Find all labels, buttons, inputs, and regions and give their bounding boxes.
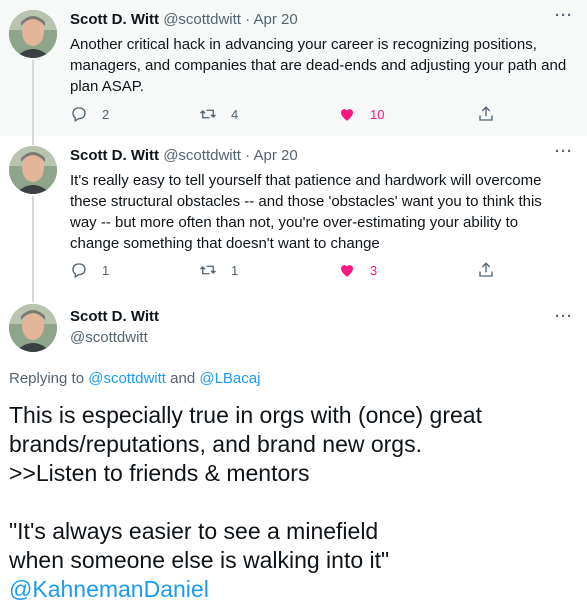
retweet-count: 1 <box>231 262 239 278</box>
replying-and: and <box>165 370 200 387</box>
retweet-icon <box>200 109 216 119</box>
reply-count: 2 <box>102 106 110 122</box>
reply-button[interactable]: 1 <box>70 258 109 282</box>
thread-line <box>32 196 34 288</box>
author-handle[interactable]: @scottdwitt <box>163 147 241 164</box>
thread-line <box>32 136 34 145</box>
avatar[interactable] <box>9 10 57 58</box>
tweet-header: Scott D. Witt @scottdwitt · Apr 20 <box>70 10 298 30</box>
mention-link[interactable]: @scottdwitt <box>88 370 166 387</box>
author-block: Scott D. Witt @scottdwitt <box>70 306 159 348</box>
share-button[interactable] <box>477 102 509 126</box>
tweet-thread: Scott D. Witt @scottdwitt · Apr 20 ··· A… <box>0 0 587 608</box>
like-count: 10 <box>370 106 385 122</box>
main-tweet-text: This is especially true in orgs with (on… <box>9 401 569 604</box>
heart-icon <box>341 109 353 121</box>
tweet-date[interactable]: Apr 20 <box>253 147 297 164</box>
more-options-icon[interactable]: ··· <box>555 143 573 160</box>
share-button[interactable] <box>477 258 509 282</box>
text-line: This is especially true in orgs with (on… <box>9 402 482 428</box>
main-tweet: Scott D. Witt @scottdwitt ··· Replying t… <box>0 288 587 608</box>
replying-prefix: Replying to <box>9 370 89 387</box>
retweet-button[interactable]: 1 <box>199 258 238 282</box>
tweet-2[interactable]: Scott D. Witt @scottdwitt · Apr 20 ··· I… <box>0 136 587 288</box>
reply-icon <box>72 107 86 122</box>
text-line: >>Listen to friends & mentors <box>9 460 310 486</box>
tweet-1[interactable]: Scott D. Witt @scottdwitt · Apr 20 ··· A… <box>0 0 587 136</box>
more-options-icon[interactable]: ··· <box>555 308 573 325</box>
retweet-button[interactable]: 4 <box>199 102 238 126</box>
tweet-actions: 2 4 10 <box>62 102 502 126</box>
separator: · <box>245 147 251 164</box>
separator: · <box>245 11 251 28</box>
author-name[interactable]: Scott D. Witt <box>70 147 159 164</box>
author-name[interactable]: Scott D. Witt <box>70 11 159 28</box>
mention-link[interactable]: @KahnemanDaniel <box>9 575 569 604</box>
like-button[interactable]: 3 <box>338 258 377 282</box>
avatar[interactable] <box>9 304 57 352</box>
replying-to: Replying to @scottdwitt and @LBacaj <box>9 370 260 387</box>
tweet-actions: 1 1 3 <box>62 258 502 282</box>
share-icon <box>479 262 493 277</box>
share-icon <box>479 106 493 121</box>
retweet-icon <box>200 265 216 275</box>
reply-count: 1 <box>102 262 110 278</box>
tweet-text: Another critical hack in advancing your … <box>70 36 567 95</box>
thread-line <box>32 288 34 302</box>
avatar[interactable] <box>9 146 57 194</box>
thread-line <box>32 60 34 136</box>
author-handle[interactable]: @scottdwitt <box>163 11 241 28</box>
reply-button[interactable]: 2 <box>70 102 109 126</box>
author-name[interactable]: Scott D. Witt <box>70 306 159 327</box>
more-options-icon[interactable]: ··· <box>555 7 573 24</box>
text-line: brands/reputations, and brand new orgs. <box>9 431 422 457</box>
reply-icon <box>72 263 86 278</box>
text-line: "It's always easier to see a minefield <box>9 518 379 544</box>
mention-link[interactable]: @LBacaj <box>199 370 260 387</box>
tweet-date[interactable]: Apr 20 <box>253 11 297 28</box>
like-button[interactable]: 10 <box>338 102 384 126</box>
tweet-header: Scott D. Witt @scottdwitt · Apr 20 <box>70 146 298 166</box>
like-count: 3 <box>370 262 378 278</box>
text-line: when someone else is walking into it" <box>9 547 390 573</box>
retweet-count: 4 <box>231 106 239 122</box>
author-handle[interactable]: @scottdwitt <box>70 327 159 348</box>
tweet-text: It's really easy to tell yourself that p… <box>70 172 542 252</box>
heart-icon <box>341 265 353 277</box>
